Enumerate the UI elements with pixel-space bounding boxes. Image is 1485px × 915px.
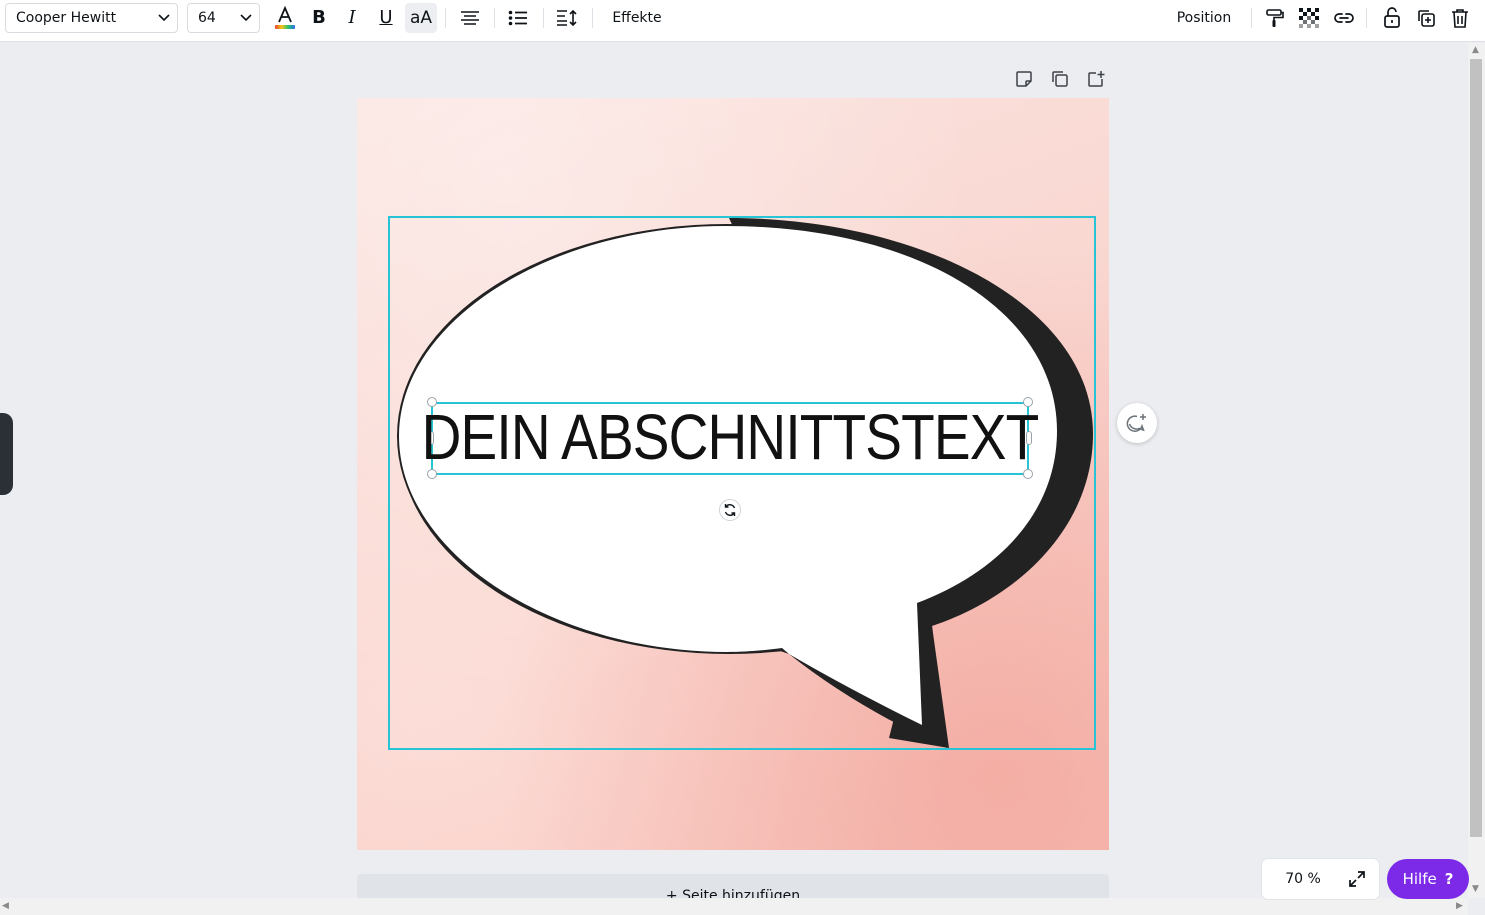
add-page-button[interactable]: + Seite hinzufügen	[357, 874, 1109, 898]
list-button[interactable]	[503, 3, 533, 33]
align-center-icon	[461, 11, 479, 25]
italic-icon: I	[348, 7, 356, 28]
font-family-value: Cooper Hewitt	[16, 10, 117, 26]
divider	[592, 8, 593, 28]
fullscreen-button[interactable]	[1344, 870, 1370, 888]
divider	[445, 8, 446, 28]
text-color-icon	[275, 6, 295, 29]
chevron-down-icon	[151, 4, 177, 32]
scroll-up-icon[interactable]: ▲	[1472, 45, 1479, 55]
vertical-scroll-thumb[interactable]	[1470, 59, 1482, 837]
spacing-button[interactable]	[552, 3, 582, 33]
divider	[543, 8, 544, 28]
expand-icon	[1349, 871, 1365, 887]
transparency-icon	[1299, 8, 1319, 28]
add-page-label: + Seite hinzufügen	[665, 888, 801, 898]
duplicate-button[interactable]	[1411, 3, 1441, 33]
lock-button[interactable]	[1377, 3, 1407, 33]
help-label: Hilfe	[1402, 870, 1437, 888]
scroll-left-icon[interactable]: ◀	[2, 901, 9, 911]
trash-icon	[1452, 9, 1468, 28]
question-icon: ?	[1444, 870, 1454, 888]
lock-icon	[1384, 7, 1400, 28]
font-size-select[interactable]: 64	[187, 3, 260, 33]
zoom-control: 70 %	[1262, 859, 1379, 899]
bold-button[interactable]: B	[304, 3, 334, 33]
copy-style-icon	[1266, 9, 1284, 27]
font-size-value: 64	[198, 10, 216, 26]
chevron-down-icon	[233, 4, 259, 32]
delete-button[interactable]	[1445, 3, 1475, 33]
headline-text[interactable]: DEIN ABSCHNITTSTEXT	[422, 400, 1040, 474]
letter-case-icon: aA	[409, 7, 433, 28]
link-button[interactable]	[1329, 3, 1359, 33]
font-family-select[interactable]: Cooper Hewitt	[5, 3, 178, 33]
transparency-button[interactable]	[1294, 3, 1324, 33]
divider	[494, 8, 495, 28]
align-button[interactable]	[455, 3, 485, 33]
rotate-handle[interactable]	[719, 499, 741, 521]
link-icon	[1334, 13, 1354, 23]
text-color-button[interactable]	[270, 3, 300, 33]
copy-page-button[interactable]	[1047, 66, 1073, 92]
position-button[interactable]: Position	[1168, 0, 1240, 36]
divider	[1251, 8, 1252, 28]
comment-add-icon	[1126, 414, 1146, 432]
underline-icon: U	[379, 7, 393, 28]
vertical-scrollbar[interactable]: ▲ ▼	[1468, 43, 1485, 898]
rotate-icon	[724, 504, 736, 516]
bold-icon: B	[312, 7, 326, 28]
copy-page-icon	[1052, 71, 1068, 87]
effects-label: Effekte	[612, 10, 662, 26]
scroll-right-icon[interactable]: ▶	[1456, 901, 1463, 911]
letter-case-button[interactable]: aA	[405, 3, 437, 33]
effects-button[interactable]: Effekte	[605, 0, 669, 36]
bullet-list-icon	[508, 10, 527, 26]
add-page-icon	[1088, 71, 1105, 87]
add-comment-button[interactable]	[1117, 403, 1157, 443]
copy-style-button[interactable]	[1260, 3, 1290, 33]
page-tools	[1011, 66, 1111, 92]
divider	[1366, 8, 1367, 28]
side-panel-toggle[interactable]	[0, 413, 13, 495]
underline-button[interactable]: U	[371, 3, 401, 33]
page-note-button[interactable]	[1011, 66, 1037, 92]
line-spacing-icon	[557, 9, 577, 27]
italic-button[interactable]: I	[337, 3, 367, 33]
horizontal-scrollbar[interactable]: ◀ ▶	[0, 898, 1468, 915]
position-label: Position	[1176, 10, 1232, 26]
add-page-top-button[interactable]	[1083, 66, 1109, 92]
zoom-level[interactable]: 70 %	[1262, 871, 1344, 887]
note-icon	[1016, 71, 1032, 87]
help-button[interactable]: Hilfe ?	[1387, 859, 1469, 899]
duplicate-icon	[1418, 10, 1435, 27]
scroll-down-icon[interactable]: ▼	[1472, 884, 1479, 894]
editor-toolbar: Cooper Hewitt 64 B I U aA Effekte Positi…	[0, 0, 1485, 42]
group-selection-box[interactable]	[388, 216, 1096, 750]
